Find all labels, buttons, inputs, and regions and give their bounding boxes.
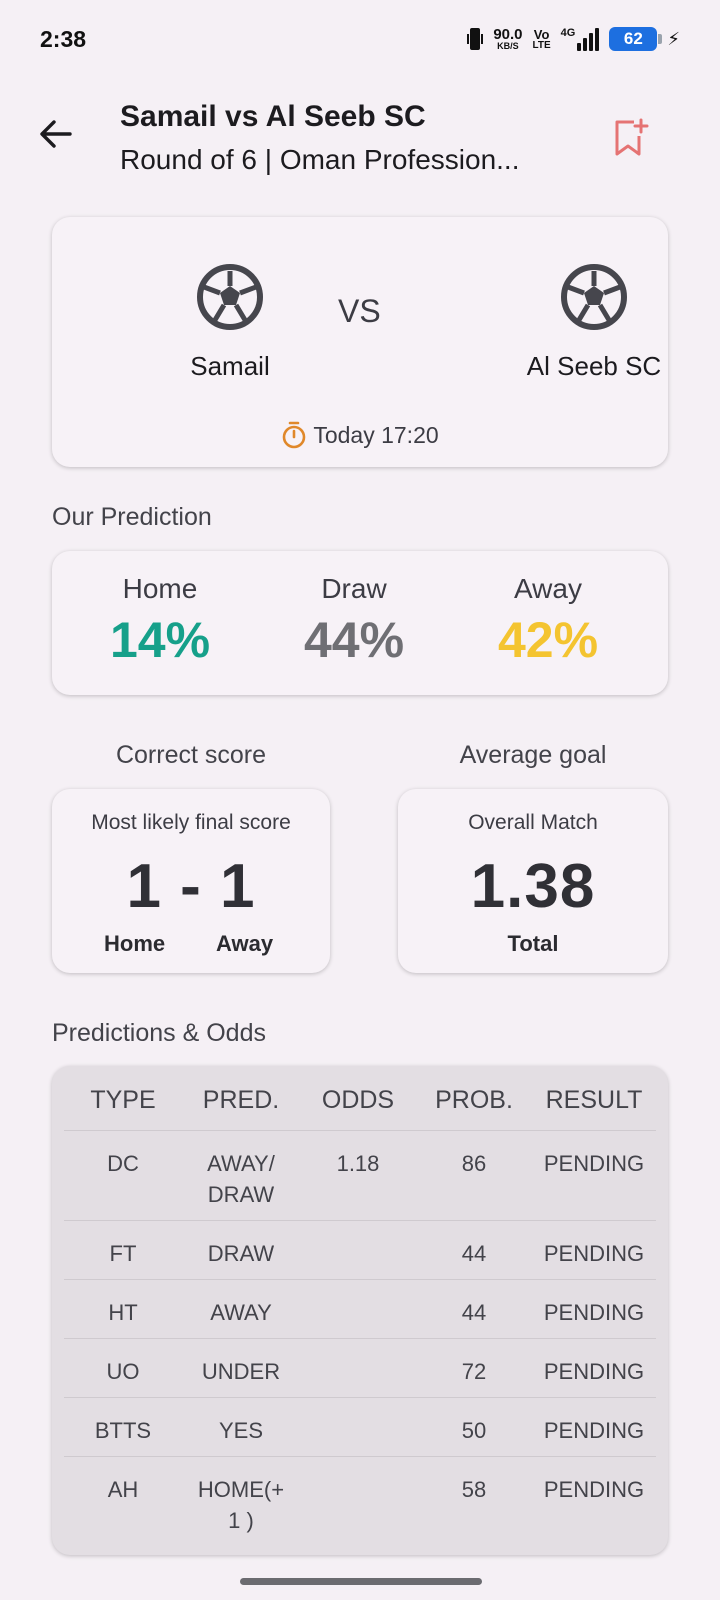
home-indicator[interactable] bbox=[240, 1578, 482, 1585]
odds-table: TYPE PRED. ODDS PROB. RESULT DC AWAY/ DR… bbox=[64, 1066, 656, 1551]
back-button[interactable] bbox=[34, 112, 78, 156]
cell-prob: 44 bbox=[416, 1220, 532, 1280]
vibrate-icon bbox=[467, 26, 484, 52]
cell-type: FT bbox=[64, 1220, 182, 1280]
prediction-home: Home 14% bbox=[60, 573, 260, 669]
cell-odds: 1.18 bbox=[300, 1130, 416, 1221]
cell-type: DC bbox=[64, 1130, 182, 1221]
soccer-ball-icon bbox=[561, 264, 627, 330]
table-row[interactable]: DC AWAY/ DRAW 1.18 86 PENDING bbox=[64, 1130, 656, 1221]
cell-prob: 86 bbox=[416, 1130, 532, 1221]
arrow-back-icon bbox=[40, 120, 72, 148]
bookmark-add-icon bbox=[615, 118, 649, 156]
col-pred: PRED. bbox=[182, 1066, 300, 1131]
cell-pred: AWAY bbox=[182, 1279, 300, 1339]
volte-indicator: Vo LTE bbox=[532, 26, 551, 51]
status-icons: 90.0 KB/S Vo LTE 4G 62 ⚡ bbox=[467, 24, 680, 54]
table-row[interactable]: HT AWAY 44 PENDING bbox=[64, 1279, 656, 1339]
prediction-away-label: Away bbox=[514, 573, 582, 604]
battery-level: 62 bbox=[623, 29, 643, 48]
page-subtitle: Round of 6 | Oman Profession... bbox=[120, 144, 520, 175]
match-time-text: Today 17:20 bbox=[313, 421, 439, 448]
battery-icon: 62 bbox=[609, 27, 663, 51]
correct-score-value: 1 - 1 bbox=[126, 852, 256, 921]
col-odds: ODDS bbox=[300, 1066, 416, 1131]
cell-result: PENDING bbox=[532, 1130, 656, 1221]
cell-pred: HOME(+1 ) bbox=[197, 1476, 285, 1533]
prediction-draw: Draw 44% bbox=[254, 573, 454, 669]
table-row[interactable]: AH HOME(+1 ) 58 PENDING bbox=[64, 1456, 656, 1551]
cell-result: PENDING bbox=[532, 1279, 656, 1339]
stopwatch-icon bbox=[283, 421, 306, 449]
away-team-name: Al Seeb SC bbox=[526, 351, 662, 381]
page-title: Samail vs Al Seeb SC bbox=[120, 100, 426, 133]
table-row[interactable]: UO UNDER 72 PENDING bbox=[64, 1338, 656, 1398]
odds-section-label: Predictions & Odds bbox=[52, 1019, 266, 1047]
charging-icon: ⚡ bbox=[667, 28, 680, 49]
odds-card: TYPE PRED. ODDS PROB. RESULT DC AWAY/ DR… bbox=[52, 1066, 668, 1555]
cell-result: PENDING bbox=[532, 1397, 656, 1457]
prediction-draw-label: Draw bbox=[321, 573, 387, 604]
home-team-name: Samail bbox=[190, 351, 270, 381]
net-speed: 90.0 KB/S bbox=[493, 26, 523, 51]
table-row[interactable]: BTTS YES 50 PENDING bbox=[64, 1397, 656, 1457]
match-card: Samail VS Al Seeb SC Today 17:20 bbox=[52, 217, 668, 467]
cell-pred: DRAW bbox=[182, 1220, 300, 1280]
cell-odds bbox=[300, 1397, 416, 1457]
cell-odds bbox=[300, 1456, 416, 1551]
home-team: Samail bbox=[130, 263, 330, 382]
prediction-card: Home 14% Draw 44% Away 42% bbox=[52, 551, 668, 695]
correct-score-card: Most likely final score 1 - 1 Home Away bbox=[52, 789, 330, 973]
status-time: 2:38 bbox=[40, 26, 87, 52]
average-goal-footer: Total bbox=[507, 931, 559, 956]
correct-score-caption: Most likely final score bbox=[91, 811, 291, 834]
cell-result: PENDING bbox=[532, 1338, 656, 1398]
cell-type: BTTS bbox=[64, 1397, 182, 1457]
average-goal-value: 1.38 bbox=[470, 852, 596, 921]
cell-pred: AWAY/ DRAW bbox=[182, 1130, 300, 1221]
cell-type: HT bbox=[64, 1279, 182, 1339]
bookmark-button[interactable] bbox=[608, 116, 652, 160]
average-goal-label: Average goal bbox=[459, 741, 607, 769]
score-home-label: Home bbox=[104, 931, 166, 956]
table-row[interactable]: FT DRAW 44 PENDING bbox=[64, 1220, 656, 1280]
prediction-home-label: Home bbox=[122, 573, 198, 604]
vs-label: VS bbox=[338, 293, 381, 329]
cell-pred: YES bbox=[182, 1397, 300, 1457]
cell-type: UO bbox=[64, 1338, 182, 1398]
away-team: Al Seeb SC bbox=[494, 263, 694, 382]
cell-pred: UNDER bbox=[182, 1338, 300, 1398]
soccer-ball-icon bbox=[197, 264, 263, 330]
cell-prob: 50 bbox=[416, 1397, 532, 1457]
signal-icon: 4G bbox=[561, 27, 600, 51]
score-away-label: Away bbox=[216, 931, 274, 956]
prediction-away-value: 42% bbox=[497, 612, 599, 668]
correct-score-label: Correct score bbox=[115, 741, 267, 769]
cell-type: AH bbox=[107, 1476, 139, 1502]
cell-prob: 44 bbox=[416, 1279, 532, 1339]
cell-odds bbox=[300, 1338, 416, 1398]
match-time: Today 17:20 bbox=[52, 421, 668, 449]
col-result: RESULT bbox=[532, 1066, 656, 1131]
prediction-away: Away 42% bbox=[448, 573, 648, 669]
prediction-draw-value: 44% bbox=[303, 612, 405, 668]
cell-odds bbox=[300, 1279, 416, 1339]
cell-odds bbox=[300, 1220, 416, 1280]
odds-header-row: TYPE PRED. ODDS PROB. RESULT bbox=[64, 1066, 656, 1131]
average-goal-card: Overall Match 1.38 Total bbox=[398, 789, 668, 973]
status-bar: 2:38 90.0 KB/S Vo LTE 4G 62 ⚡ bbox=[0, 0, 720, 80]
col-type: TYPE bbox=[64, 1066, 182, 1131]
cell-result: PENDING bbox=[543, 1476, 645, 1502]
cell-prob: 72 bbox=[416, 1338, 532, 1398]
cell-result: PENDING bbox=[532, 1220, 656, 1280]
average-goal-caption: Overall Match bbox=[468, 811, 598, 834]
prediction-home-value: 14% bbox=[109, 612, 211, 668]
screen: 2:38 90.0 KB/S Vo LTE 4G 62 ⚡ Samail vs … bbox=[0, 0, 720, 1600]
cell-prob: 58 bbox=[461, 1476, 487, 1502]
col-prob: PROB. bbox=[416, 1066, 532, 1131]
prediction-section-label: Our Prediction bbox=[52, 503, 212, 531]
